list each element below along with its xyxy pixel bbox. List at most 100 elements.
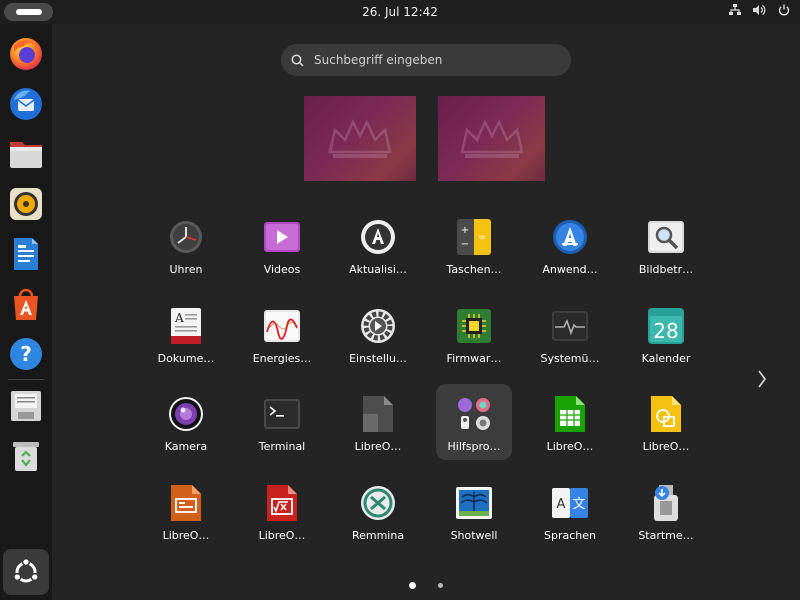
libreoffice-draw-icon [651, 396, 681, 432]
firmware-chip-icon [457, 309, 491, 343]
app-label: Kamera [164, 440, 208, 453]
dock-trash[interactable] [6, 436, 46, 476]
app-calendar[interactable]: 28 Kalender [628, 296, 704, 372]
dock-app-center[interactable] [6, 284, 46, 324]
page-dot-1[interactable] [409, 582, 416, 589]
help-icon: ? [10, 338, 42, 370]
clock[interactable]: 26. Jul 12:42 [362, 5, 438, 19]
dock-help[interactable]: ? [6, 334, 46, 374]
app-label: Hilfspro… [447, 440, 501, 453]
remmina-icon [361, 486, 395, 520]
wallpaper-crown-icon [328, 118, 392, 158]
page-indicator [409, 582, 443, 589]
app-center-icon [14, 288, 38, 320]
app-shotwell[interactable]: Shotwell [436, 473, 512, 549]
settings-gear-icon [361, 309, 395, 343]
libreoffice-icon [363, 396, 393, 432]
app-label: LibreO… [162, 529, 210, 542]
app-label: Anwend… [542, 263, 598, 276]
workspace-thumbnail-1[interactable] [304, 96, 416, 181]
search-icon [291, 54, 304, 66]
trash-icon [13, 442, 39, 471]
app-label: LibreO… [258, 529, 306, 542]
svg-text:A: A [174, 311, 184, 325]
rhythmbox-icon [10, 188, 42, 220]
app-camera[interactable]: Kamera [148, 384, 224, 460]
volume-icon [753, 5, 766, 15]
app-remmina[interactable]: Remmina [340, 473, 416, 549]
app-terminal[interactable]: Terminal [244, 384, 320, 460]
app-libreoffice-draw[interactable]: LibreO… [628, 384, 704, 460]
app-label: Systemü… [540, 352, 600, 365]
power-statistics-icon [264, 310, 300, 342]
dock-files[interactable] [6, 134, 46, 174]
app-label: Energies… [252, 352, 312, 365]
app-store-icon [553, 220, 587, 254]
show-apps-button[interactable] [3, 549, 49, 595]
svg-text:文: 文 [572, 497, 585, 512]
svg-text:=: = [478, 232, 486, 243]
app-updater[interactable]: Aktualisi… [340, 207, 416, 283]
top-bar: 26. Jul 12:42 [0, 0, 800, 24]
calendar-day: 28 [653, 319, 678, 343]
libreoffice-impress-icon [171, 485, 201, 521]
app-videos[interactable]: Videos [244, 207, 320, 283]
search-bar[interactable] [281, 44, 571, 76]
dock-thunderbird[interactable] [6, 84, 46, 124]
next-page-arrow-icon[interactable] [757, 369, 767, 389]
app-label: Remmina [351, 529, 405, 542]
app-label: Videos [263, 263, 301, 276]
app-libreoffice-math[interactable]: LibreO… [244, 473, 320, 549]
app-label: Sprachen [544, 529, 596, 542]
libreoffice-writer-icon [14, 238, 38, 270]
search-input[interactable] [312, 52, 556, 68]
system-tray[interactable] [729, 4, 790, 16]
workspace-indicator [15, 9, 42, 15]
app-power-statistics[interactable]: Energies… [244, 296, 320, 372]
app-label: Taschen… [446, 263, 502, 276]
ubuntu-logo-icon [13, 557, 39, 583]
app-firmware[interactable]: Firmwar… [436, 296, 512, 372]
libreoffice-math-icon [267, 485, 297, 521]
shotwell-icon [456, 487, 492, 519]
app-languages[interactable]: A文 Sprachen [532, 473, 608, 549]
dock-writer[interactable] [6, 234, 46, 274]
app-center[interactable]: Anwend… [532, 207, 608, 283]
app-label: Dokume… [157, 352, 215, 365]
app-system-monitor[interactable]: Systemü… [532, 296, 608, 372]
app-label: LibreO… [354, 440, 402, 453]
libreoffice-calc-icon [555, 396, 585, 432]
svg-text:?: ? [20, 342, 32, 366]
activities-button[interactable] [4, 3, 53, 21]
app-libreoffice-impress[interactable]: LibreO… [148, 473, 224, 549]
app-calculator[interactable]: + − = Taschen… [436, 207, 512, 283]
app-clocks[interactable]: Uhren [148, 207, 224, 283]
app-libreoffice-calc[interactable]: LibreO… [532, 384, 608, 460]
dock-disk[interactable] [6, 386, 46, 426]
workspace-thumbnail-2[interactable] [438, 96, 545, 181]
dock-rhythmbox[interactable] [6, 184, 46, 224]
app-image-viewer[interactable]: Bildbetr… [628, 207, 704, 283]
app-libreoffice[interactable]: LibreO… [340, 384, 416, 460]
app-label: Shotwell [450, 529, 498, 542]
wallpaper-crown-icon [459, 118, 524, 158]
app-folder-utilities[interactable]: Hilfspro… [436, 384, 512, 460]
app-document-viewer[interactable]: A Dokume… [148, 296, 224, 372]
app-label: Startme… [638, 529, 694, 542]
power-icon [778, 4, 790, 16]
app-label: Firmwar… [446, 352, 502, 365]
dock: ? [0, 24, 52, 600]
dock-firefox[interactable] [6, 34, 46, 74]
thunderbird-icon [10, 88, 42, 120]
app-label: Bildbetr… [638, 263, 694, 276]
app-settings[interactable]: Einstellu… [340, 296, 416, 372]
video-player-icon [264, 222, 300, 252]
page-dot-2[interactable] [438, 583, 443, 588]
app-label: Aktualisi… [349, 263, 407, 276]
files-icon [10, 142, 42, 168]
terminal-icon [264, 399, 300, 429]
app-folder-icon [458, 398, 490, 430]
app-startup-disk-creator[interactable]: Startme… [628, 473, 704, 549]
disk-install-icon [11, 391, 41, 421]
usb-creator-icon [654, 485, 678, 521]
